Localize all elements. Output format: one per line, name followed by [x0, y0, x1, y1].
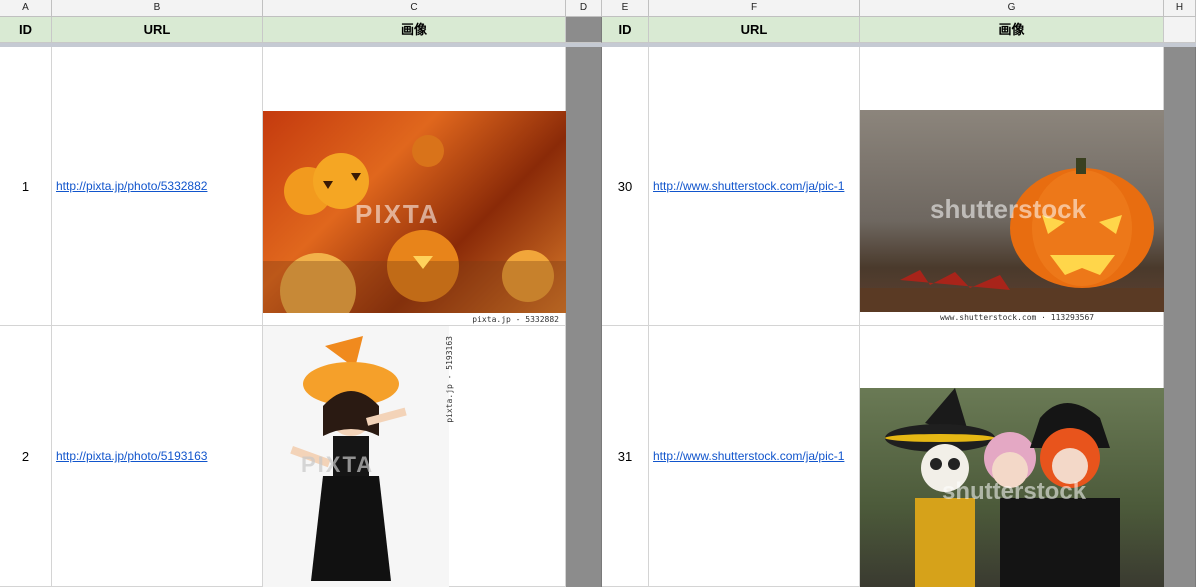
id-value: 2: [21, 448, 30, 464]
cell-url[interactable]: http://pixta.jp/photo/5332882: [52, 47, 263, 326]
col-header-d[interactable]: D: [566, 0, 602, 17]
url-link[interactable]: http://pixta.jp/photo/5193163: [56, 449, 207, 463]
url-link[interactable]: http://www.shutterstock.com/ja/pic-1: [653, 449, 844, 463]
pixta-watermark: PIXTA: [355, 199, 440, 229]
url-link[interactable]: http://pixta.jp/photo/5332882: [56, 179, 207, 193]
cell-id[interactable]: 30: [602, 47, 649, 326]
id-value: 1: [21, 178, 30, 194]
col-header-c[interactable]: C: [263, 0, 566, 17]
cell-image[interactable]: PIXTA pixta.jp - 5193163: [263, 326, 566, 587]
header-blank-h[interactable]: [1164, 17, 1196, 43]
cell-divider-h[interactable]: [1164, 326, 1196, 587]
col-header-h[interactable]: H: [1164, 0, 1196, 17]
cell-id[interactable]: 1: [0, 47, 52, 326]
image-caption: pixta.jp - 5193163: [445, 336, 454, 423]
cell-image[interactable]: shutterstock: [860, 326, 1164, 587]
cell-image[interactable]: shutterstock www.shutterstock.com · 1132…: [860, 47, 1164, 326]
col-header-f[interactable]: F: [649, 0, 860, 17]
image-caption: pixta.jp - 5332882: [472, 315, 559, 324]
url-link[interactable]: http://www.shutterstock.com/ja/pic-1: [653, 179, 844, 193]
pixta-watermark: PIXTA: [301, 452, 375, 477]
cell-id[interactable]: 31: [602, 326, 649, 587]
jack-o-lantern-image: shutterstock: [860, 110, 1164, 312]
col-header-g[interactable]: G: [860, 0, 1164, 17]
image-caption: www.shutterstock.com · 113293567: [940, 313, 1095, 322]
header-divider[interactable]: [566, 17, 602, 43]
cell-id[interactable]: 2: [0, 326, 52, 587]
col-header-b[interactable]: B: [52, 0, 263, 17]
shutterstock-watermark: shutterstock: [942, 478, 1087, 505]
header-id-left[interactable]: ID: [0, 17, 52, 43]
kids-halloween-costume-image: shutterstock: [860, 388, 1164, 587]
id-value: 30: [617, 178, 633, 194]
cell-divider[interactable]: [566, 326, 602, 587]
girl-witch-costume-image: PIXTA: [263, 326, 449, 587]
header-image-left[interactable]: 画像: [263, 17, 566, 43]
header-url-left[interactable]: URL: [52, 17, 263, 43]
header-id-right[interactable]: ID: [602, 17, 649, 43]
halloween-pumpkins-image: PIXTA: [263, 111, 566, 313]
cell-divider[interactable]: [566, 47, 602, 326]
shutterstock-watermark: shutterstock: [930, 194, 1087, 224]
cell-divider-h[interactable]: [1164, 47, 1196, 326]
col-header-e[interactable]: E: [602, 0, 649, 17]
cell-url[interactable]: http://www.shutterstock.com/ja/pic-1: [649, 326, 860, 587]
cell-image[interactable]: PIXTA pixta.jp - 5332882: [263, 47, 566, 326]
col-header-a[interactable]: A: [0, 0, 52, 17]
header-url-right[interactable]: URL: [649, 17, 860, 43]
id-value: 31: [617, 448, 633, 464]
header-image-right[interactable]: 画像: [860, 17, 1164, 43]
cell-url[interactable]: http://pixta.jp/photo/5193163: [52, 326, 263, 587]
cell-url[interactable]: http://www.shutterstock.com/ja/pic-1: [649, 47, 860, 326]
